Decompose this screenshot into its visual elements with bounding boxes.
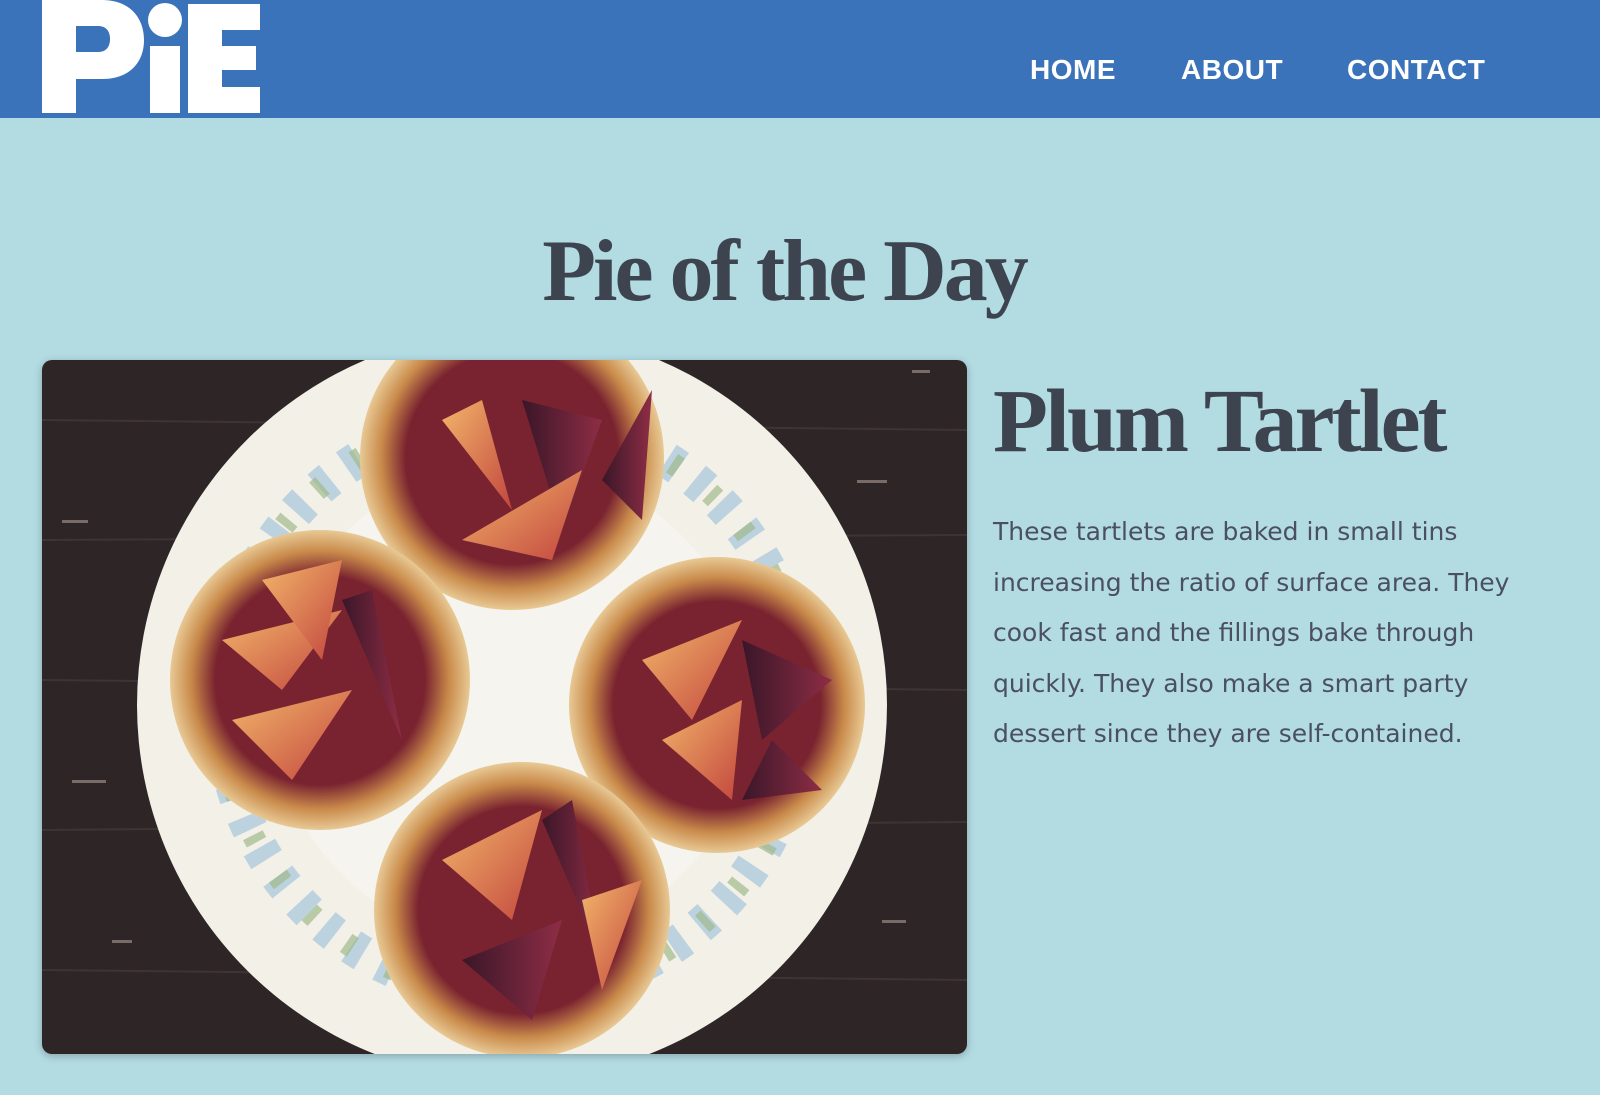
pie-description: These tartlets are baked in small tins i… [993, 517, 1510, 748]
plum-tartlet-image [42, 360, 967, 1054]
nav-link-about[interactable]: ABOUT [1181, 52, 1283, 88]
pie-photo [42, 360, 967, 1054]
nav-link-home[interactable]: HOME [1030, 52, 1116, 88]
pie-name: Plum Tartlet [993, 372, 1448, 471]
nav-link-contact[interactable]: CONTACT [1347, 52, 1485, 88]
pie-logo-icon [42, 0, 260, 113]
pie-logo[interactable] [42, 0, 260, 113]
section-title: Pie of the Day [542, 223, 1028, 320]
top-navigation-bar: HOME ABOUT CONTACT [0, 0, 1600, 118]
